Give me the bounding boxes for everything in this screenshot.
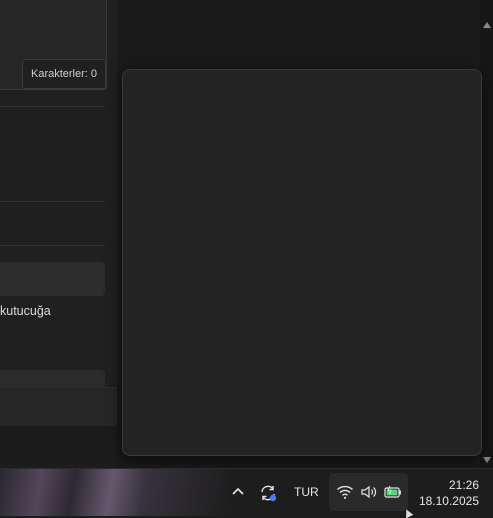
language-indicator[interactable]: TUR xyxy=(294,485,319,499)
wifi-icon xyxy=(336,484,354,500)
popup-panel xyxy=(122,69,482,456)
scroll-down-arrow-icon[interactable] xyxy=(483,457,491,463)
left-pane: Karakterler: 0 kutucuğa xyxy=(0,0,117,426)
divider xyxy=(0,245,105,246)
battery-icon xyxy=(384,484,402,500)
clock-date: 18.10.2025 xyxy=(418,494,479,508)
clock-time: 21:26 xyxy=(448,478,479,492)
mouse-cursor xyxy=(402,507,414,518)
input-field[interactable] xyxy=(0,262,105,296)
chevron-up-icon[interactable] xyxy=(229,483,247,501)
sync-icon[interactable] xyxy=(258,483,278,503)
character-counter: Karakterler: 0 xyxy=(22,59,106,89)
hint-text: kutucuğa xyxy=(0,304,51,318)
desktop-wallpaper xyxy=(0,469,230,516)
divider xyxy=(0,201,105,202)
app-window: Karakterler: 0 kutucuğa xyxy=(0,0,493,468)
taskbar: TUR 21:26 18.10.2025 xyxy=(0,468,493,518)
clock[interactable]: 21:26 18.10.2025 xyxy=(413,477,479,509)
divider xyxy=(0,106,105,107)
volume-icon xyxy=(360,484,378,500)
options-section xyxy=(0,106,105,246)
scroll-up-arrow-icon[interactable] xyxy=(483,22,491,28)
quick-settings-button[interactable] xyxy=(329,473,408,511)
footer-strip xyxy=(0,387,117,426)
